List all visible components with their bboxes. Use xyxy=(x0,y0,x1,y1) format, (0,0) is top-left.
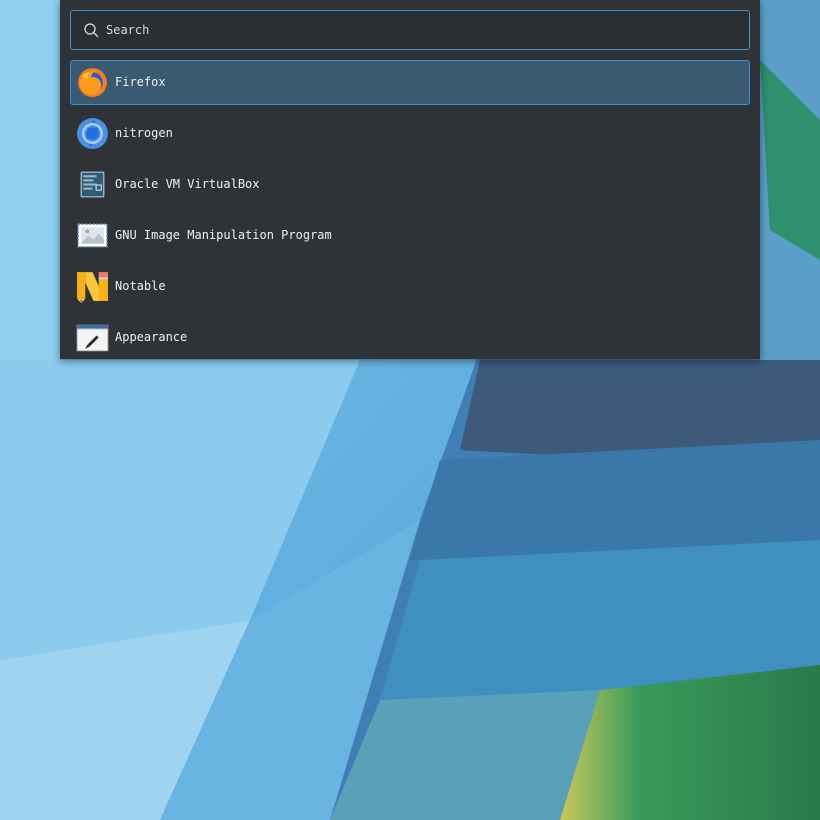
notable-icon xyxy=(77,272,108,303)
app-item-appearance[interactable]: Appearance xyxy=(70,315,750,360)
app-list: Firefox nitrogen Oracle VM VirtualBox GN… xyxy=(70,60,750,366)
app-label-appearance: Appearance xyxy=(115,330,188,344)
nitrogen-icon xyxy=(77,118,108,149)
app-label-notable: Notable xyxy=(115,279,166,293)
app-label-nitrogen: nitrogen xyxy=(115,126,173,140)
app-label-gimp: GNU Image Manipulation Program xyxy=(115,228,332,242)
appearance-icon xyxy=(76,324,109,352)
app-item-firefox[interactable]: Firefox xyxy=(70,60,750,105)
app-item-gimp[interactable]: GNU Image Manipulation Program xyxy=(70,213,750,258)
app-item-virtualbox[interactable]: Oracle VM VirtualBox xyxy=(70,162,750,207)
app-label-virtualbox: Oracle VM VirtualBox xyxy=(115,177,260,191)
app-launcher: Firefox nitrogen xyxy=(60,0,760,359)
gimp-icon xyxy=(77,223,108,248)
search-input[interactable] xyxy=(106,11,736,49)
firefox-icon xyxy=(78,68,107,97)
app-item-notable[interactable]: Notable xyxy=(70,264,750,309)
desktop: Firefox nitrogen xyxy=(0,0,820,820)
virtualbox-icon xyxy=(80,171,105,198)
search-icon xyxy=(84,23,99,38)
search-box[interactable] xyxy=(70,10,750,50)
app-label-firefox: Firefox xyxy=(115,75,166,89)
app-item-nitrogen[interactable]: nitrogen xyxy=(70,111,750,156)
